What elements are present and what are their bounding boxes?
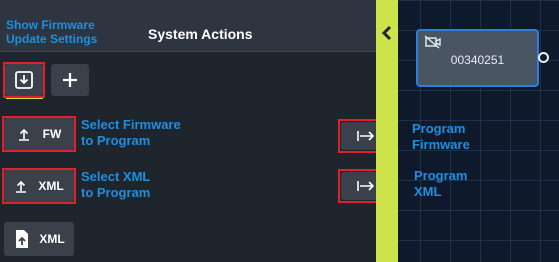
add-button[interactable] (51, 64, 89, 96)
device-node[interactable]: 00340251 (416, 29, 539, 87)
node-connection-port[interactable] (538, 52, 549, 63)
annotation-program-xml: Program XML (414, 168, 468, 199)
xml-file-button[interactable]: XML (4, 222, 74, 256)
annotation-select-xml: Select XML to Program (81, 169, 151, 200)
highlight-xml-button (2, 168, 76, 204)
xml-file-label: XML (39, 232, 65, 246)
highlight-fw-button (2, 116, 76, 152)
panel-title: System Actions (148, 26, 253, 42)
annotation-select-firmware: Select Firmware to Program (81, 117, 181, 148)
file-upload-icon (16, 230, 29, 248)
device-node-label: 00340251 (450, 53, 505, 67)
annotation-show-firmware-settings: Show Firmware Update Settings (6, 18, 98, 46)
annotation-program-firmware: Program Firmware (412, 121, 470, 152)
chevron-left-icon (381, 25, 392, 41)
highlight-settings-button (3, 62, 45, 98)
no-video-icon (424, 35, 441, 49)
panel-collapse-bar[interactable] (376, 0, 398, 262)
plus-icon (63, 73, 77, 87)
collapse-button[interactable] (376, 14, 398, 52)
